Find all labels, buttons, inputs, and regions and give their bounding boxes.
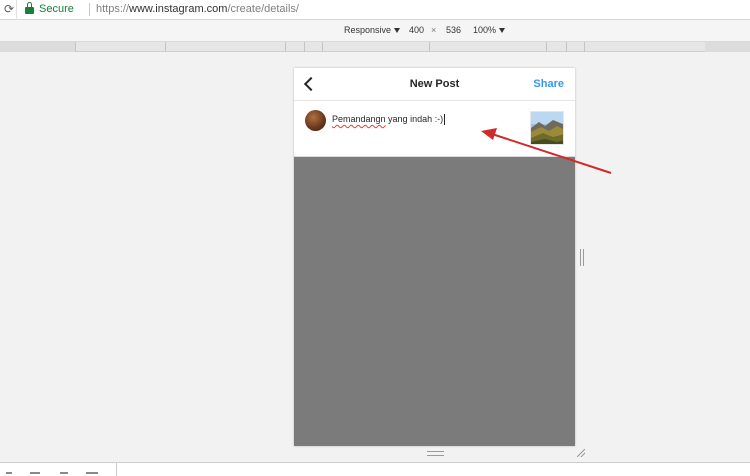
arrow-shaft bbox=[491, 133, 612, 174]
status-blip bbox=[6, 472, 12, 474]
annotation-arrow bbox=[481, 128, 612, 174]
status-blip bbox=[30, 472, 40, 474]
status-bar bbox=[0, 462, 750, 476]
status-blip bbox=[60, 472, 68, 474]
status-blip bbox=[86, 472, 98, 474]
status-divider bbox=[116, 463, 117, 476]
arrow-head bbox=[481, 128, 497, 140]
